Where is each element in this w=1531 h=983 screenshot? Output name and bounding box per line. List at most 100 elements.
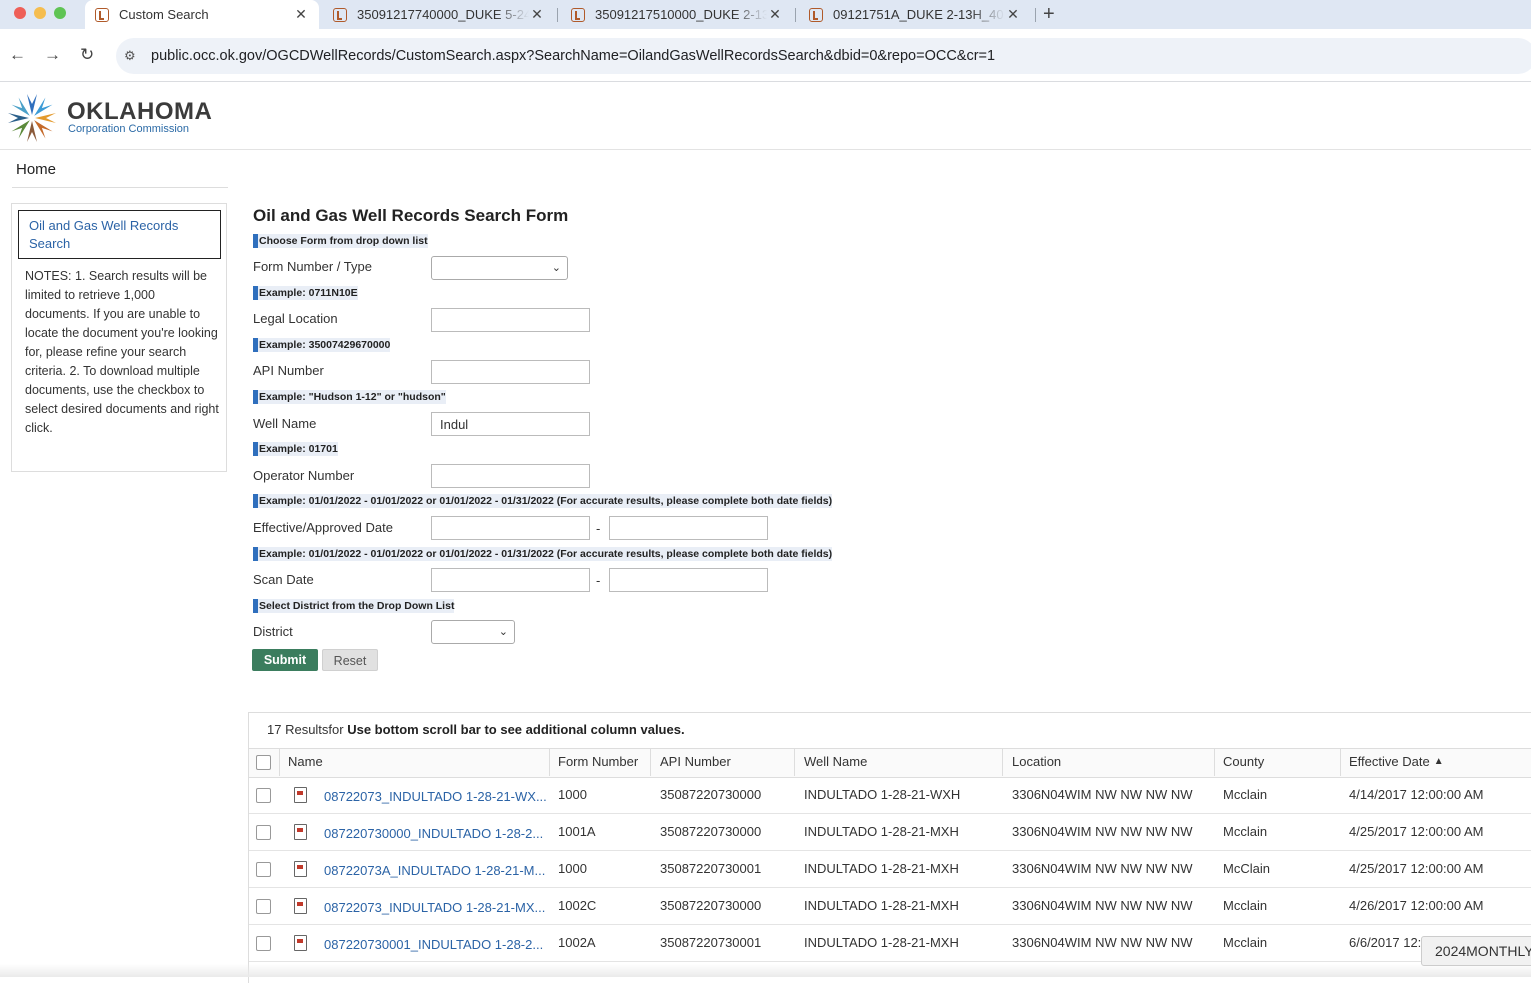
- column-header-api-number[interactable]: API Number: [660, 754, 731, 769]
- api-number-input[interactable]: [431, 360, 590, 384]
- forward-arrow-icon[interactable]: →: [44, 45, 61, 65]
- url-text[interactable]: public.occ.ok.gov/OGCDWellRecords/Custom…: [151, 48, 995, 64]
- sidebar-item-oil-gas-search[interactable]: Oil and Gas Well Records Search: [18, 210, 221, 259]
- row-checkbox[interactable]: [256, 788, 271, 803]
- effective-date-from-input[interactable]: [431, 516, 590, 540]
- well-name-label: Well Name: [253, 416, 317, 431]
- sort-ascending-icon: ▲: [1433, 756, 1444, 767]
- tab-duke-2-13[interactable]: 35091217510000_DUKE 2-13 ✕: [561, 0, 793, 29]
- document-link[interactable]: 087220730001_INDULTADO 1-28-2...: [324, 937, 543, 952]
- form-type-hint: Choose Form from drop down list: [253, 234, 428, 248]
- county-cell: Mcclain: [1223, 824, 1268, 839]
- effective-date-cell: 4/25/2017 12:00:00 AM: [1349, 824, 1484, 839]
- chevron-down-icon: ⌄: [498, 626, 508, 638]
- form-number-cell: 1000: [558, 861, 587, 876]
- divider: [12, 187, 228, 188]
- scan-date-to-input[interactable]: [609, 568, 768, 592]
- tab-title: 09121751A_DUKE 2-13H_401: [833, 7, 1005, 22]
- well-name-cell: INDULTADO 1-28-21-MXH: [804, 824, 959, 839]
- document-link[interactable]: 08722073_INDULTADO 1-28-21-WX...: [324, 789, 547, 804]
- tab-close-icon[interactable]: ✕: [767, 6, 783, 23]
- scan-date-hint: Example: 01/01/2022 - 01/01/2022 or 01/0…: [253, 547, 833, 561]
- site-info-icon[interactable]: ⚙: [124, 48, 136, 64]
- effective-date-label: Effective/Approved Date: [253, 520, 393, 535]
- location-cell: 3306N04WIM NW NW NW NW: [1012, 787, 1193, 802]
- maximize-window-button[interactable]: [54, 7, 66, 19]
- row-checkbox[interactable]: [256, 862, 271, 877]
- district-hint: Select District from the Drop Down List: [253, 599, 455, 613]
- submit-button[interactable]: Submit: [252, 649, 318, 671]
- tab-title: 35091217510000_DUKE 2-13: [595, 7, 767, 22]
- column-separator: [1340, 748, 1341, 776]
- pdf-file-icon: [294, 787, 307, 803]
- page-title: Oil and Gas Well Records Search Form: [253, 206, 569, 225]
- form-number-cell: 1000: [558, 787, 587, 802]
- tab-duke-2-13h[interactable]: 09121751A_DUKE 2-13H_401 ✕: [799, 0, 1031, 29]
- tab-separator: [1035, 8, 1036, 22]
- legal-location-hint: Example: 0711N10E: [253, 286, 358, 300]
- document-link[interactable]: 08722073_INDULTADO 1-28-21-MX...: [324, 900, 545, 915]
- effective-date-cell: 4/26/2017 12:00:00 AM: [1349, 898, 1484, 913]
- reset-button[interactable]: Reset: [322, 649, 378, 671]
- location-cell: 3306N04WIM NW NW NW NW: [1012, 935, 1193, 950]
- column-header-name[interactable]: Name: [288, 754, 323, 769]
- scan-date-label: Scan Date: [253, 572, 314, 587]
- browser-tab-bar: Custom Search ✕ 35091217740000_DUKE 5-24…: [0, 0, 1531, 29]
- url-field[interactable]: ⚙ public.occ.ok.gov/OGCDWellRecords/Cust…: [116, 38, 1531, 74]
- select-all-checkbox[interactable]: [256, 755, 271, 770]
- results-note: Use bottom scroll bar to see additional …: [347, 722, 685, 737]
- row-checkbox[interactable]: [256, 825, 271, 840]
- well-name-input[interactable]: [431, 412, 590, 436]
- column-header-county[interactable]: County: [1223, 754, 1264, 769]
- api-number-cell: 35087220730001: [660, 861, 762, 876]
- api-number-cell: 35087220730000: [660, 824, 762, 839]
- form-type-label: Form Number / Type: [253, 259, 372, 274]
- operator-number-label: Operator Number: [253, 468, 355, 483]
- close-window-button[interactable]: [14, 7, 26, 19]
- document-link[interactable]: 087220730000_INDULTADO 1-28-2...: [324, 826, 543, 841]
- location-cell: 3306N04WIM NW NW NW NW: [1012, 861, 1193, 876]
- sidebar-notes: NOTES: 1. Search results will be limited…: [25, 269, 219, 435]
- row-checkbox[interactable]: [256, 936, 271, 951]
- effective-date-hint: Example: 01/01/2022 - 01/01/2022 or 01/0…: [253, 494, 833, 508]
- tab-close-icon[interactable]: ✕: [1005, 6, 1021, 23]
- district-select[interactable]: ⌄: [431, 620, 515, 644]
- form-type-select[interactable]: ⌄: [431, 256, 568, 280]
- api-number-cell: 35087220730000: [660, 898, 762, 913]
- date-range-separator: -: [596, 521, 601, 536]
- column-header-well-name[interactable]: Well Name: [804, 754, 867, 769]
- column-header-form-number[interactable]: Form Number: [558, 754, 638, 769]
- legal-location-input[interactable]: [431, 308, 590, 332]
- tab-duke-5-24[interactable]: 35091217740000_DUKE 5-24 ✕: [323, 0, 555, 29]
- scan-date-from-input[interactable]: [431, 568, 590, 592]
- row-divider: [249, 813, 1531, 814]
- tab-title: Custom Search: [119, 7, 209, 22]
- operator-number-input[interactable]: [431, 464, 590, 488]
- document-link[interactable]: 08722073A_INDULTADO 1-28-21-M...: [324, 863, 545, 878]
- tab-close-icon[interactable]: ✕: [293, 6, 309, 23]
- api-number-cell: 35087220730001: [660, 935, 762, 950]
- legal-location-label: Legal Location: [253, 311, 338, 326]
- api-number-hint: Example: 35007429670000: [253, 338, 391, 352]
- address-bar-row: ← → ↻ ⚙ public.occ.ok.gov/OGCDWellRecord…: [0, 29, 1531, 82]
- effective-date-to-input[interactable]: [609, 516, 768, 540]
- effective-date-cell: 6/6/2017 12:: [1349, 935, 1422, 950]
- back-arrow-icon[interactable]: ←: [9, 45, 26, 65]
- column-header-location[interactable]: Location: [1012, 754, 1061, 769]
- effective-date-cell: 4/14/2017 12:00:00 AM: [1349, 787, 1484, 802]
- county-cell: Mcclain: [1223, 935, 1268, 950]
- well-name-hint: Example: "Hudson 1-12" or "hudson": [253, 390, 446, 404]
- download-toast[interactable]: 2024MONTHLY: [1421, 936, 1531, 966]
- minimize-window-button[interactable]: [34, 7, 46, 19]
- well-name-cell: INDULTADO 1-28-21-MXH: [804, 861, 959, 876]
- occ-logo-icon[interactable]: [4, 90, 60, 146]
- row-checkbox[interactable]: [256, 899, 271, 914]
- new-tab-icon[interactable]: +: [1043, 3, 1055, 26]
- row-divider: [249, 887, 1531, 888]
- home-link[interactable]: Home: [16, 161, 56, 178]
- reload-icon[interactable]: ↻: [80, 45, 94, 65]
- tab-close-icon[interactable]: ✕: [529, 6, 545, 23]
- effective-date-header-label: Effective Date: [1349, 754, 1430, 769]
- column-header-effective-date[interactable]: Effective Date ▲: [1349, 754, 1444, 769]
- tab-custom-search[interactable]: Custom Search ✕: [85, 0, 319, 29]
